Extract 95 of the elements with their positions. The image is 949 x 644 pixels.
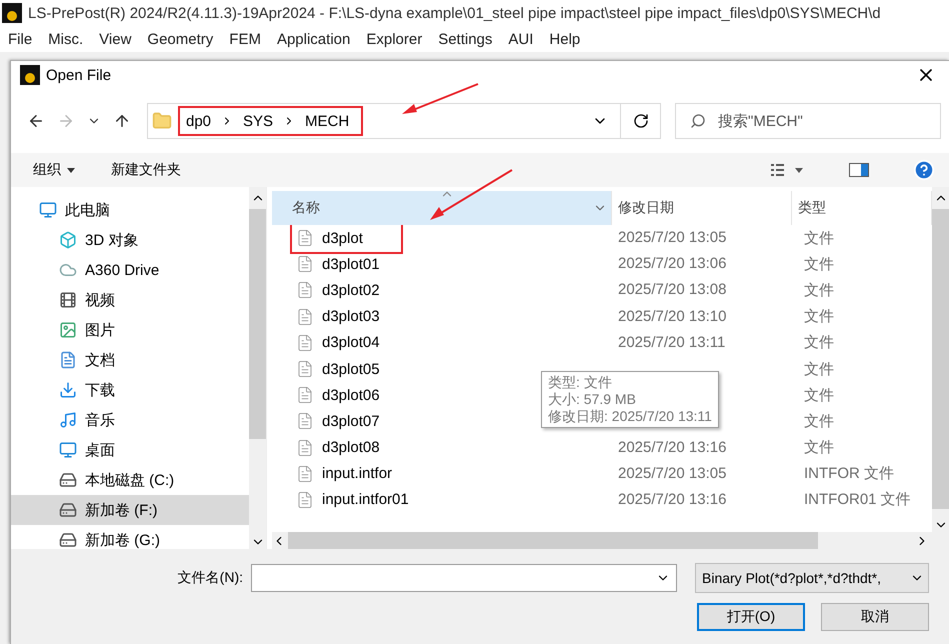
date-cell-text: 2025/7/20 13:10 [617,308,726,325]
tooltip-line: 修改日期: 2025/7/20 13:11 [548,408,712,425]
desktop-icon [59,441,77,459]
video-icon [59,291,77,309]
date-cell-text: 2025/7/20 13:05 [617,464,726,482]
menu-item[interactable]: Settings [430,30,500,48]
scrollbar[interactable] [249,187,266,549]
date-cell-text: 2025/7/20 13:06 [617,255,726,272]
type-cell-text: 文件 [803,412,834,431]
date-cell-text: 2025/7/20 13:11 [617,334,726,351]
menu-item[interactable]: Geometry [139,30,222,48]
cube-icon [59,231,77,249]
filename-field[interactable] [251,564,677,592]
nav-item[interactable]: 视频 [11,285,249,315]
search-icon [690,113,706,129]
download-icon [59,381,77,399]
file-icon [296,490,314,509]
type-cell-text: 文件 [803,228,834,248]
menu-item[interactable]: Help [541,30,588,48]
file-icon [296,229,314,248]
nav-item[interactable]: 图片 [11,315,249,345]
nav-item[interactable]: 新加卷 (G:) [11,525,249,549]
date-cell-text: 2025/7/20 13:16 [617,438,726,456]
drive-icon [59,501,77,519]
nav-item[interactable]: 音乐 [11,405,249,435]
dialog-title: Open File [46,66,112,84]
folder-icon [152,111,172,131]
type-cell-text: INTFOR01 文件 [803,490,911,510]
file-type-dropdown[interactable]: Binary Plot(*d?plot*,*d?thdt*, [695,563,929,593]
type-cell-text: 文件 [803,280,834,300]
breadcrumb-item[interactable]: dp0 [186,112,212,130]
preview-pane-icon [849,163,869,177]
caret-icon [67,168,75,172]
menu-item[interactable]: Application [268,30,358,48]
search-field[interactable]: 搜索"MECH" [675,103,941,139]
organize-button[interactable]: 组织 [33,161,75,179]
nav-item[interactable]: 新加卷 (F:) [11,495,249,525]
pc-icon [39,201,57,219]
nav-item[interactable]: 本地磁盘 (C:) [11,465,249,495]
type-cell-text: 文件 [803,386,834,405]
app-logo-icon [20,65,40,85]
menu-item[interactable]: File [0,30,40,48]
doc-icon [59,351,77,369]
menu-item[interactable]: Explorer [358,30,430,48]
window-title: LS-PrePost(R) 2024/R2(4.11.3)-19Apr2024 - F:\LS-dyna example\01_steel pipe impact\steel pipe impact_files\dp0\SYS\MECH\d [28,4,881,22]
type-cell-text: 文件 [803,360,834,379]
file-icon [296,281,314,300]
help-icon [913,159,935,181]
breadcrumb-item[interactable]: MECH [305,112,350,130]
file-icon [296,438,314,457]
date-cell-text: 2025/7/20 13:16 [617,490,726,508]
file-icon [296,308,314,326]
right-arrow-icon [57,112,75,130]
type-cell-text: 文件 [803,307,834,326]
list-view-icon [771,163,805,177]
nav-item[interactable]: 文档 [11,345,249,375]
scrollbar[interactable] [932,187,949,532]
file-icon [296,255,314,274]
refresh-icon [632,113,648,129]
menu-item[interactable]: FEM [221,30,269,48]
file-icon [296,334,314,352]
file-icon [296,386,314,404]
drive-icon [59,531,77,549]
cloud-icon [59,261,77,279]
menu-item[interactable]: Misc. [40,30,92,48]
nav-item[interactable]: 3D 对象 [11,225,249,255]
tooltip-line: 类型: 文件 [548,374,613,391]
dialog-button[interactable]: 打开(O) [697,603,805,631]
file-icon [296,360,314,378]
menu-item[interactable]: View [91,30,140,48]
type-cell-text: INTFOR 文件 [803,464,894,484]
file-icon [296,464,314,483]
date-cell-text: 2025/7/20 13:05 [617,229,726,246]
type-cell-text: 文件 [803,438,834,458]
file-icon [296,412,314,430]
type-cell-text: 文件 [803,254,834,274]
nav-item[interactable]: A360 Drive [11,255,249,285]
filename-label: 文件名(N): [178,569,243,587]
sysdrive-icon [59,471,77,489]
nav-item[interactable]: 下载 [11,375,249,405]
horizontal-scrollbar[interactable] [272,532,949,549]
image-icon [59,321,77,339]
type-cell-text: 文件 [803,333,834,352]
music-icon [59,411,77,429]
dialog-button[interactable]: 取消 [821,603,929,631]
app-logo-icon [2,3,22,23]
nav-item[interactable]: 此电脑 [11,195,249,225]
address-bar[interactable]: dp0 SYS MECH [147,103,661,139]
tooltip-line: 大小: 57.9 MB [548,391,637,408]
menu-item[interactable]: AUI [500,30,542,48]
nav-item[interactable]: 桌面 [11,435,249,465]
breadcrumb-item[interactable]: SYS [243,112,274,130]
date-cell-text: 2025/7/20 13:08 [617,281,726,298]
column-header[interactable]: 名称 [272,191,612,225]
new-folder-button[interactable]: 新建文件夹 [111,161,181,179]
